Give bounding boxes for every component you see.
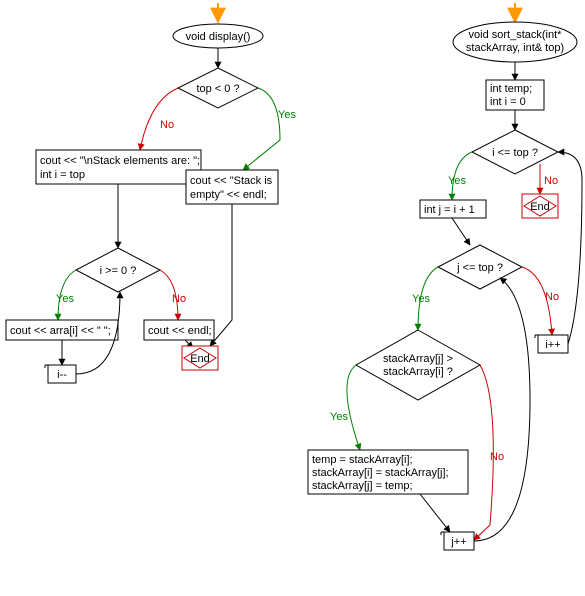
stmt-init-l2: int i = 0	[490, 96, 526, 108]
yes-label-4: Yes	[412, 293, 430, 305]
end-left-label: End	[190, 353, 210, 365]
stmt-init-l1: int temp;	[490, 83, 532, 95]
stmt-int-j-label: int j = i + 1	[424, 204, 475, 216]
end-right: End	[522, 194, 558, 218]
stmt-cout-endl: cout << endl;	[144, 320, 214, 340]
stmt-stack-empty: cout << "Stack is empty" << endl;	[186, 170, 278, 204]
yes-label-2: Yes	[56, 293, 74, 305]
stmt-swap-l3: stackArray[j] = temp;	[312, 480, 413, 492]
stmt-print-arrai: cout << arra[i] << " ";	[6, 320, 118, 340]
cond-i-ge-0-label: i >= 0 ?	[100, 265, 137, 277]
no-label-2: No	[172, 293, 186, 305]
cond-top-lt-0-label: top < 0 ?	[196, 83, 239, 95]
yes-label: Yes	[278, 109, 296, 121]
stmt-i-inc-label: i++	[545, 339, 560, 351]
stmt-swap: temp = stackArray[i]; stackArray[i] = st…	[308, 450, 468, 494]
stmt-init-temp-i: int temp; int i = 0	[486, 80, 544, 110]
stmt-i-inc: i++	[535, 335, 568, 353]
cond-j-le-top-label: j <= top ?	[456, 262, 503, 274]
stmt-i-dec-label: i--	[57, 369, 67, 381]
stmt-swap-l2: stackArray[i] = stackArray[j];	[312, 467, 449, 479]
stmt-i-dec: i--	[45, 365, 76, 383]
flowchart-diagram: void display() top < 0 ? Yes No cout << …	[0, 0, 585, 596]
cond-compare-l1: stackArray[j] >	[383, 353, 453, 365]
cond-j-le-top: j <= top ?	[438, 245, 522, 289]
yes-label-5: Yes	[330, 411, 348, 423]
no-label-5: No	[490, 451, 504, 463]
no-label: No	[160, 119, 174, 131]
yes-label-3: Yes	[448, 175, 466, 187]
stmt-swap-l1: temp = stackArray[i];	[312, 454, 413, 466]
stmt-j-inc: j++	[441, 532, 474, 550]
stmt-int-j: int j = i + 1	[420, 200, 486, 218]
right-flowchart: void sort_stack(int* stackArray, int& to…	[308, 3, 582, 550]
cond-compare-l2: stackArray[i] ?	[383, 366, 453, 378]
no-label-3: No	[544, 175, 558, 187]
func-display: void display()	[173, 24, 263, 48]
end-left: End	[182, 346, 218, 370]
func-sort-stack-l1: void sort_stack(int*	[469, 29, 563, 41]
func-sort-stack-l2: stackArray, int& top)	[466, 42, 564, 54]
func-display-label: void display()	[186, 31, 251, 43]
cond-top-lt-0: top < 0 ?	[178, 68, 258, 108]
cond-compare: stackArray[j] > stackArray[i] ?	[356, 330, 480, 400]
no-label-4: No	[545, 291, 559, 303]
stmt-print-header-l2: int i = top	[40, 169, 85, 181]
stmt-print-header: cout << "\nStack elements are: "; int i …	[36, 150, 201, 184]
cond-i-le-top: i <= top ?	[472, 130, 558, 174]
stmt-stack-empty-l2: empty" << endl;	[190, 189, 267, 201]
stmt-j-inc-label: j++	[450, 536, 466, 548]
cond-i-ge-0: i >= 0 ?	[76, 248, 160, 292]
stmt-print-arrai-label: cout << arra[i] << " ";	[10, 325, 111, 337]
cond-i-le-top-label: i <= top ?	[492, 147, 538, 159]
left-flowchart: void display() top < 0 ? Yes No cout << …	[6, 3, 296, 383]
end-right-label: End	[530, 201, 550, 213]
func-sort-stack: void sort_stack(int* stackArray, int& to…	[453, 22, 577, 62]
stmt-stack-empty-l1: cout << "Stack is	[190, 175, 273, 187]
stmt-cout-endl-label: cout << endl;	[148, 325, 212, 337]
stmt-print-header-l1: cout << "\nStack elements are: ";	[40, 155, 200, 167]
